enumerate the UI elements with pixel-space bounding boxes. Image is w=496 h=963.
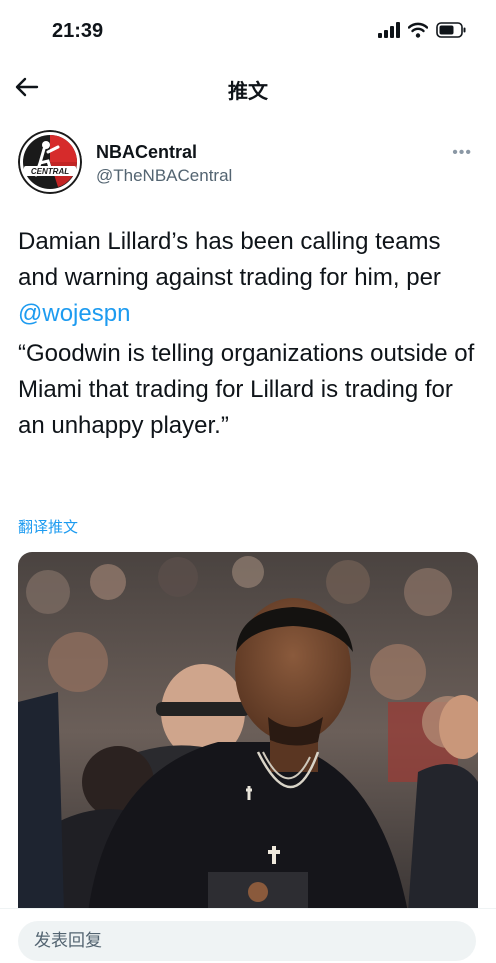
tweet-header: 推文 bbox=[0, 62, 496, 112]
mention-link[interactable]: @wojespn bbox=[18, 300, 130, 327]
reply-bar: 发表回复 bbox=[0, 908, 496, 963]
status-icons bbox=[378, 22, 466, 38]
translate-tweet-link[interactable]: 翻译推文 bbox=[18, 516, 78, 537]
battery-icon bbox=[436, 22, 466, 38]
tweet-paragraph-1: Damian Lillard’s has been calling teams … bbox=[18, 224, 480, 332]
author-name[interactable]: NBACentral bbox=[96, 142, 197, 163]
status-bar: 21:39 bbox=[0, 0, 496, 62]
status-time: 21:39 bbox=[52, 20, 104, 42]
avatar[interactable]: CENTRAL bbox=[18, 130, 82, 194]
tweet-paragraph-1-text: Damian Lillard’s has been calling teams … bbox=[18, 228, 441, 291]
avatar-logo-text: CENTRAL bbox=[31, 167, 69, 176]
author-handle[interactable]: @TheNBACentral bbox=[96, 166, 232, 186]
wifi-icon bbox=[408, 22, 428, 38]
page-title: 推文 bbox=[228, 81, 268, 103]
more-options-icon[interactable]: ••• bbox=[452, 144, 472, 162]
tweet-author: CENTRAL NBACentral @TheNBACentral ••• bbox=[18, 130, 478, 194]
tweet-text: Damian Lillard’s has been calling teams … bbox=[18, 224, 480, 444]
reply-input[interactable]: 发表回复 bbox=[18, 921, 476, 961]
cellular-signal-icon bbox=[378, 22, 400, 38]
tweet-paragraph-2: “Goodwin is telling organizations outsid… bbox=[18, 340, 475, 439]
tweet-photo[interactable] bbox=[18, 552, 478, 912]
